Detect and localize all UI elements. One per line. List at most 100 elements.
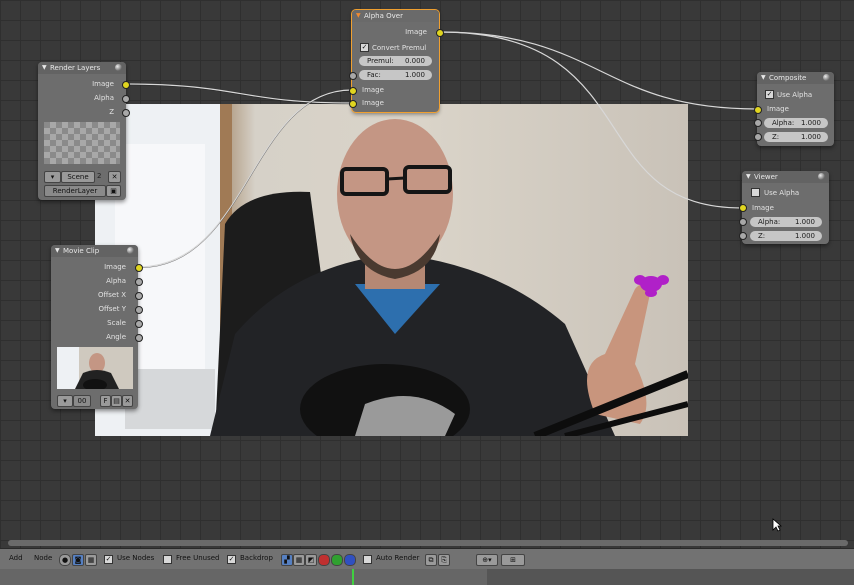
red-channel-icon[interactable]: [318, 554, 330, 566]
paste-icon[interactable]: ⎘: [438, 554, 450, 566]
render-layer-dropdown[interactable]: RenderLayer: [44, 185, 106, 197]
fac-label: Fac:: [367, 71, 381, 79]
use-alpha-checkbox[interactable]: [751, 188, 760, 197]
render-button[interactable]: ▣: [106, 185, 121, 197]
compositing-type-icon[interactable]: ◙: [72, 554, 84, 566]
node-menu[interactable]: Node: [34, 554, 52, 562]
backdrop-label: Backdrop: [240, 554, 273, 562]
clip-user-count[interactable]: 00: [73, 395, 91, 407]
movie-clip-alpha-socket[interactable]: [135, 278, 143, 286]
use-alpha-checkbox[interactable]: ✓: [765, 90, 774, 99]
viewer-header[interactable]: ▼ Viewer: [742, 171, 829, 183]
use-alpha-label: Use Alpha: [777, 91, 813, 99]
auto-render-label: Auto Render: [376, 554, 420, 562]
snap-mode-icon[interactable]: ⊞: [501, 554, 525, 566]
z-label: Z:: [758, 232, 766, 240]
input-label-image-2: Image: [362, 99, 384, 107]
node-editor-header: Add Node ● ◙ ▦ ✓ Use Nodes Free Unused ✓…: [0, 548, 854, 570]
viewer-node[interactable]: ▼ Viewer Use Alpha Image Alpha: 1.000 Z: 1.…: [742, 171, 829, 244]
scene-user-count: 2: [97, 172, 102, 180]
preview-toggle-icon[interactable]: [823, 74, 830, 81]
z-field[interactable]: Z: 1.000: [764, 132, 828, 142]
collapse-arrow-icon[interactable]: ▼: [356, 10, 361, 22]
movie-clip-scale-socket[interactable]: [135, 320, 143, 328]
render-layers-alpha-socket[interactable]: [122, 95, 130, 103]
auto-render-checkbox[interactable]: [363, 555, 372, 564]
render-layers-node[interactable]: ▼ Render Layers Image Alpha Z ▾ Scene 2 ✕…: [38, 62, 126, 200]
copy-icon[interactable]: ⧉: [425, 554, 437, 566]
collapse-arrow-icon[interactable]: ▼: [42, 62, 47, 74]
preview-toggle-icon[interactable]: [818, 173, 825, 180]
blue-channel-icon[interactable]: [344, 554, 356, 566]
movie-clip-offset-y-socket[interactable]: [135, 306, 143, 314]
preview-toggle-icon[interactable]: [115, 64, 122, 71]
composite-image-socket[interactable]: [754, 106, 762, 114]
timeline-range: [0, 569, 487, 585]
alpha-over-image2-socket[interactable]: [349, 100, 357, 108]
alpha-over-image1-socket[interactable]: [349, 87, 357, 95]
convert-premul-checkbox[interactable]: ✓: [360, 43, 369, 52]
alpha-label: Alpha:: [758, 218, 781, 226]
composite-z-socket[interactable]: [754, 133, 762, 141]
scene-name-field[interactable]: Scene: [61, 171, 95, 183]
alpha-field[interactable]: Alpha: 1.000: [764, 118, 828, 128]
movie-clip-node[interactable]: ▼ Movie Clip Image Alpha Offset X Offset …: [51, 245, 138, 409]
movie-clip-image-socket[interactable]: [135, 264, 143, 272]
preview-toggle-icon[interactable]: [127, 247, 134, 254]
scene-unlink-button[interactable]: ✕: [108, 171, 121, 183]
viewer-z-socket[interactable]: [739, 232, 747, 240]
fac-field[interactable]: Fac: 1.000: [359, 70, 432, 80]
use-alpha-label: Use Alpha: [764, 189, 800, 197]
movie-clip-header[interactable]: ▼ Movie Clip: [51, 245, 138, 257]
channels-rgb-icon[interactable]: ▞: [281, 554, 293, 566]
timeline-strip[interactable]: [0, 569, 854, 585]
add-menu[interactable]: Add: [9, 554, 23, 562]
premul-field[interactable]: Premul: 0.000: [359, 56, 432, 66]
output-label-z: Z: [109, 108, 114, 116]
alpha-over-fac-socket[interactable]: [349, 72, 357, 80]
snap-icon[interactable]: ⊕▾: [476, 554, 498, 566]
viewer-alpha-socket[interactable]: [739, 218, 747, 226]
render-layers-header[interactable]: ▼ Render Layers: [38, 62, 126, 74]
z-label: Z:: [772, 133, 780, 141]
composite-node[interactable]: ▼ Composite ✓ Use Alpha Image Alpha: 1.000…: [757, 72, 834, 146]
alpha-field[interactable]: Alpha: 1.000: [750, 217, 822, 227]
backdrop-checkbox[interactable]: ✓: [227, 555, 236, 564]
output-label: Image: [104, 263, 126, 271]
node-editor-canvas[interactable]: ▼ Render Layers Image Alpha Z ▾ Scene 2 ✕…: [0, 0, 854, 548]
z-value: 1.000: [800, 133, 821, 141]
alpha-over-node[interactable]: ▼ Alpha Over Image ✓ Convert Premul Premu…: [351, 9, 440, 113]
texture-type-icon[interactable]: ▦: [85, 554, 97, 566]
render-layers-z-socket[interactable]: [122, 109, 130, 117]
output-label-alpha: Alpha: [94, 94, 114, 102]
clip-browse-button[interactable]: ▾: [57, 395, 73, 407]
movie-clip-offset-x-socket[interactable]: [135, 292, 143, 300]
node-title: Viewer: [754, 173, 778, 181]
channels-rgba-icon[interactable]: ◩: [305, 554, 317, 566]
collapse-arrow-icon[interactable]: ▼: [761, 72, 766, 84]
composite-alpha-socket[interactable]: [754, 119, 762, 127]
z-field[interactable]: Z: 1.000: [750, 231, 822, 241]
green-channel-icon[interactable]: [331, 554, 343, 566]
alpha-over-output-socket[interactable]: [436, 29, 444, 37]
collapse-arrow-icon[interactable]: ▼: [55, 245, 60, 257]
input-label-image: Image: [767, 105, 789, 113]
composite-header[interactable]: ▼ Composite: [757, 72, 834, 84]
channels-alpha-icon[interactable]: ▦: [293, 554, 305, 566]
render-layers-image-socket[interactable]: [122, 81, 130, 89]
scene-selector[interactable]: ▾: [44, 171, 61, 183]
alpha-over-header[interactable]: ▼ Alpha Over: [352, 10, 439, 22]
fake-user-button[interactable]: F: [100, 395, 111, 407]
movie-clip-angle-socket[interactable]: [135, 334, 143, 342]
collapse-arrow-icon[interactable]: ▼: [746, 171, 751, 183]
use-nodes-checkbox[interactable]: ✓: [104, 555, 113, 564]
clip-unlink-button[interactable]: ✕: [122, 395, 133, 407]
viewer-image-socket[interactable]: [739, 204, 747, 212]
output-label: Offset Y: [98, 305, 126, 313]
free-unused-checkbox[interactable]: [163, 555, 172, 564]
current-frame-line[interactable]: [352, 569, 354, 585]
shader-type-icon[interactable]: ●: [59, 554, 71, 566]
horizontal-scrollbar[interactable]: [8, 540, 848, 546]
clip-open-button[interactable]: ▤: [111, 395, 122, 407]
movie-clip-thumbnail: [57, 347, 133, 389]
